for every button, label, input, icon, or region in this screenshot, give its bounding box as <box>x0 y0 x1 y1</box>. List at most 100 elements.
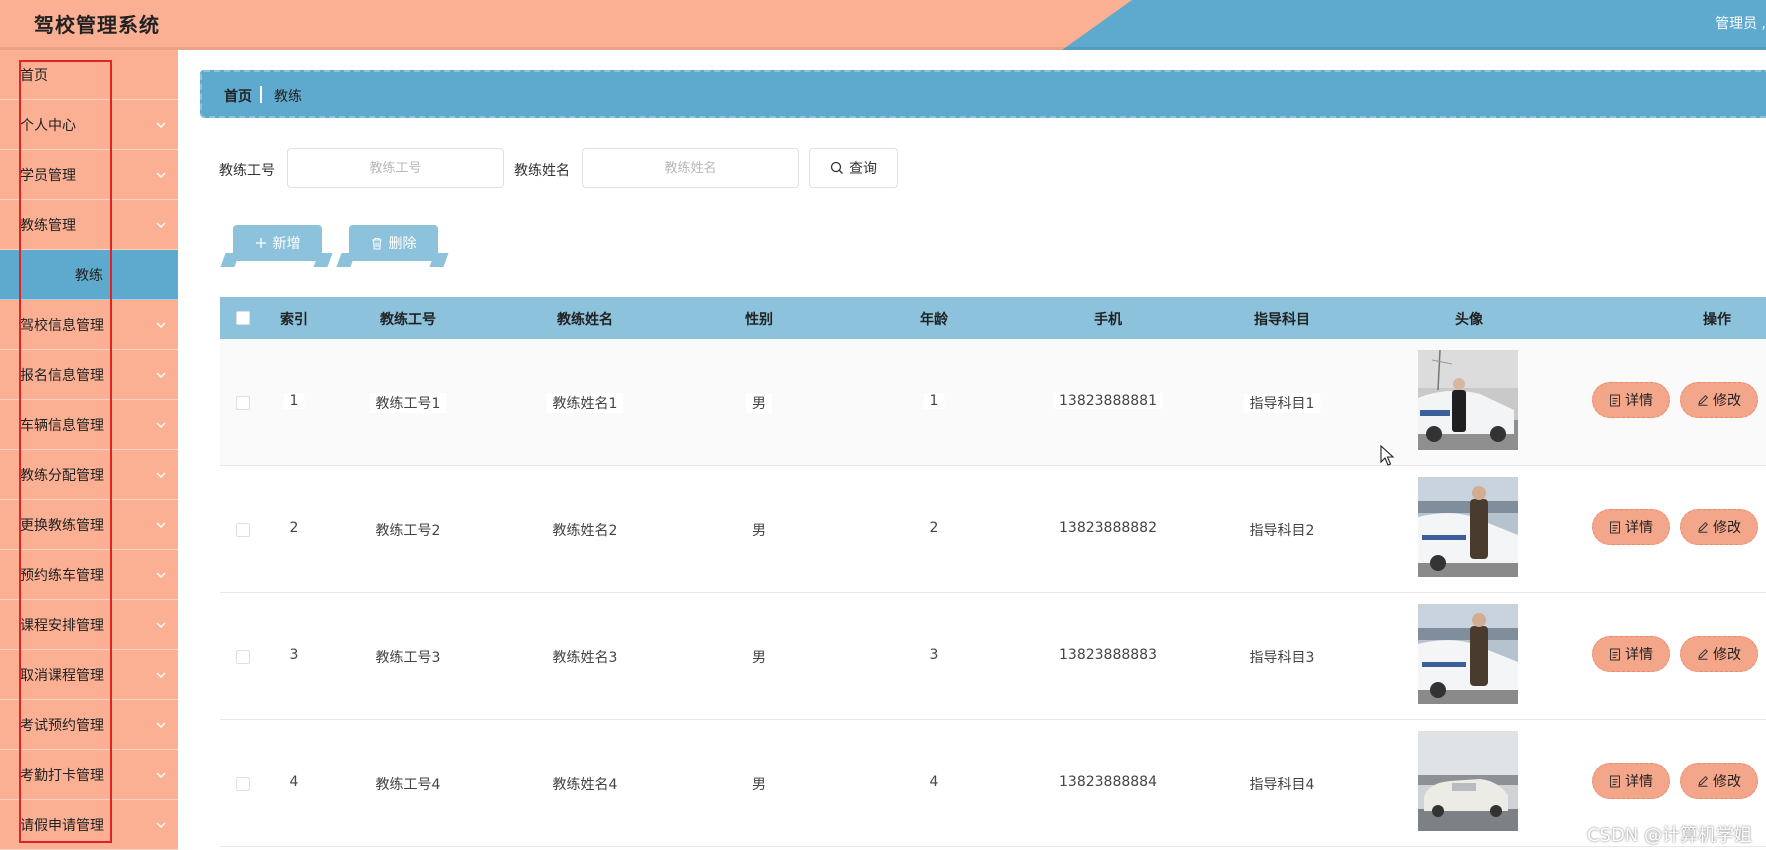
sidebar-item-course-cancel[interactable]: 取消课程管理 <box>0 650 178 700</box>
cell-subject: 指导科目3 <box>1249 650 1315 666</box>
sidebar-item-label: 报名信息管理 <box>20 368 104 384</box>
pencil-icon <box>1698 394 1709 406</box>
sidebar-item-label: 学员管理 <box>20 168 76 184</box>
detail-label: 详情 <box>1625 520 1653 536</box>
table-row: 2 教练工号2 教练姓名2 男 2 13823888882 指导科目2 详情 修… <box>220 466 1766 593</box>
delete-button[interactable]: 删除 <box>336 225 449 267</box>
sidebar-item-exam-booking[interactable]: 考试预约管理 <box>0 700 178 750</box>
cell-index: 2 <box>289 520 299 536</box>
detail-button[interactable]: 详情 <box>1592 509 1670 545</box>
add-button[interactable]: 新增 <box>220 225 333 267</box>
cell-gender: 男 <box>752 523 766 539</box>
mouse-cursor-icon <box>1380 445 1395 466</box>
sidebar-item-coach-assign[interactable]: 教练分配管理 <box>0 450 178 500</box>
sidebar-item-label: 个人中心 <box>20 118 76 134</box>
edit-button[interactable]: 修改 <box>1680 636 1758 672</box>
sidebar-item-label: 考勤打卡管理 <box>20 768 104 784</box>
coach-avatar <box>1418 477 1518 577</box>
sidebar-item-coach-mgmt[interactable]: 教练管理 <box>0 200 178 250</box>
edit-label: 修改 <box>1713 774 1741 790</box>
chevron-down-icon <box>156 722 166 728</box>
coach-id-input[interactable] <box>287 148 504 188</box>
cell-age: 4 <box>929 774 939 790</box>
user-menu[interactable]: 管理员 , <box>1715 13 1766 33</box>
cell-index: 3 <box>289 647 299 663</box>
table-row: 3 教练工号3 教练姓名3 男 3 13823888883 指导科目3 详情 修… <box>220 593 1766 720</box>
chevron-down-icon <box>156 572 166 578</box>
coach-avatar <box>1418 604 1518 704</box>
sidebar-item-coach[interactable]: 教练 <box>0 250 178 300</box>
cell-gender: 男 <box>752 650 766 666</box>
cell-subject: 指导科目2 <box>1249 523 1315 539</box>
sidebar-item-school-info[interactable]: 驾校信息管理 <box>0 300 178 350</box>
detail-label: 详情 <box>1625 393 1653 409</box>
cell-coach-id: 教练工号1 <box>369 393 447 413</box>
cell-index: 4 <box>289 774 299 790</box>
sidebar-item-coach-change[interactable]: 更换教练管理 <box>0 500 178 550</box>
sidebar-item-attendance[interactable]: 考勤打卡管理 <box>0 750 178 800</box>
cell-coach-id: 教练工号2 <box>375 523 441 539</box>
detail-button[interactable]: 详情 <box>1592 763 1670 799</box>
query-button[interactable]: 查询 <box>809 148 898 188</box>
sidebar-item-home[interactable]: 首页 <box>0 50 178 100</box>
sidebar-item-student-mgmt[interactable]: 学员管理 <box>0 150 178 200</box>
plus-icon <box>255 238 266 248</box>
sidebar-item-practice-booking[interactable]: 预约练车管理 <box>0 550 178 600</box>
column-header-avatar: 头像 <box>1455 312 1483 328</box>
query-label: 查询 <box>849 161 877 177</box>
sidebar-item-label: 考试预约管理 <box>20 718 104 734</box>
edit-label: 修改 <box>1713 647 1741 663</box>
app-title: 驾校管理系统 <box>34 13 160 37</box>
edit-label: 修改 <box>1713 520 1741 536</box>
sidebar-item-registration[interactable]: 报名信息管理 <box>0 350 178 400</box>
coach-name-input[interactable] <box>582 148 799 188</box>
row-checkbox[interactable] <box>236 777 250 791</box>
column-header-gender: 性别 <box>745 312 773 328</box>
sidebar-item-vehicle[interactable]: 车辆信息管理 <box>0 400 178 450</box>
row-checkbox[interactable] <box>236 396 250 410</box>
detail-button[interactable]: 详情 <box>1592 636 1670 672</box>
sidebar-item-label: 更换教练管理 <box>20 518 104 534</box>
chevron-down-icon <box>156 172 166 178</box>
cell-subject: 指导科目4 <box>1249 777 1315 793</box>
header-peach-band <box>0 0 1132 50</box>
cell-index: 1 <box>283 393 305 409</box>
cell-phone: 13823888882 <box>1059 520 1157 536</box>
sidebar-item-course-schedule[interactable]: 课程安排管理 <box>0 600 178 650</box>
delete-label: 删除 <box>388 236 417 252</box>
edit-button[interactable]: 修改 <box>1680 763 1758 799</box>
pencil-icon <box>1698 775 1709 787</box>
chevron-down-icon <box>156 772 166 778</box>
cell-gender: 男 <box>746 393 772 413</box>
cell-coach-name: 教练姓名1 <box>546 393 624 413</box>
detail-button[interactable]: 详情 <box>1592 382 1670 418</box>
sidebar-item-personal-center[interactable]: 个人中心 <box>0 100 178 150</box>
row-checkbox[interactable] <box>236 523 250 537</box>
cell-coach-name: 教练姓名4 <box>552 777 618 793</box>
chevron-down-icon <box>156 472 166 478</box>
select-all-checkbox[interactable] <box>236 311 250 325</box>
pencil-icon <box>1698 521 1709 533</box>
cell-phone: 13823888881 <box>1053 393 1163 409</box>
chevron-up-icon <box>156 222 166 228</box>
sidebar: 首页 个人中心 学员管理 教练管理 教练 驾校信息管理 报名信息管理 车辆信息管… <box>0 50 178 850</box>
column-header-phone: 手机 <box>1094 312 1122 328</box>
edit-button[interactable]: 修改 <box>1680 382 1758 418</box>
cell-gender: 男 <box>752 777 766 793</box>
cell-age: 3 <box>929 647 939 663</box>
coach-name-label: 教练姓名 <box>514 163 570 179</box>
column-header-index: 索引 <box>280 312 308 328</box>
sidebar-item-leave[interactable]: 请假申请管理 <box>0 800 178 850</box>
cell-age: 1 <box>923 393 945 409</box>
column-header-age: 年龄 <box>920 312 948 328</box>
chevron-down-icon <box>156 372 166 378</box>
edit-button[interactable]: 修改 <box>1680 509 1758 545</box>
row-checkbox[interactable] <box>236 650 250 664</box>
document-icon <box>1610 648 1620 660</box>
sidebar-item-label: 取消课程管理 <box>20 668 104 684</box>
sidebar-item-label: 驾校信息管理 <box>20 318 104 334</box>
chevron-down-icon <box>156 622 166 628</box>
breadcrumb-separator <box>260 86 262 103</box>
breadcrumb-home[interactable]: 首页 <box>224 86 252 106</box>
sidebar-item-label: 请假申请管理 <box>20 818 104 834</box>
